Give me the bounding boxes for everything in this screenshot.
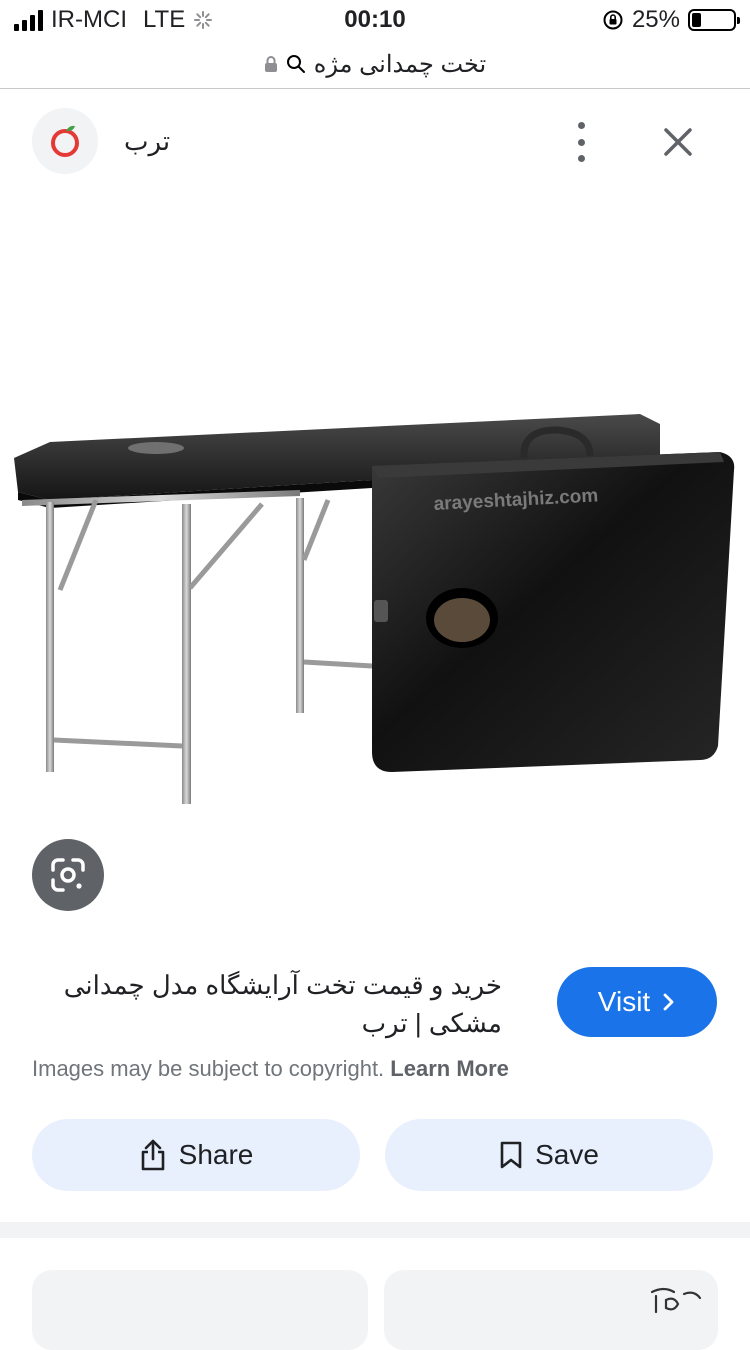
- visit-button[interactable]: Visit: [557, 967, 717, 1037]
- google-lens-button[interactable]: [32, 839, 104, 911]
- torob-logo-icon: [51, 125, 79, 157]
- site-name[interactable]: ترب: [124, 126, 170, 157]
- copyright-text: Images may be subject to copyright.: [32, 1056, 385, 1081]
- save-button[interactable]: Save: [385, 1119, 713, 1191]
- result-title[interactable]: خرید و قیمت تخت آرایشگاه مدل چمدانی مشکی…: [32, 966, 502, 1042]
- more-vert-icon[interactable]: [566, 122, 596, 162]
- url-query: تخت چمدانی مژه: [313, 50, 487, 78]
- bookmark-icon: [500, 1141, 522, 1169]
- status-bar: IR-MCI LTE 00:10 25%: [0, 0, 750, 40]
- result-header: ترب: [0, 90, 750, 200]
- save-label: Save: [535, 1139, 599, 1170]
- related-card-right[interactable]: [384, 1270, 718, 1350]
- related-card-left[interactable]: [32, 1270, 368, 1350]
- search-icon: [286, 55, 305, 73]
- related-site-logo: [650, 1287, 702, 1314]
- torob-logo[interactable]: [32, 108, 98, 174]
- battery-percent: 25%: [631, 6, 680, 33]
- product-image[interactable]: arayeshtajhiz.com: [0, 200, 750, 820]
- close-icon[interactable]: [656, 120, 700, 164]
- learn-more-link[interactable]: Learn More: [390, 1056, 509, 1081]
- share-icon: [141, 1139, 164, 1171]
- status-right: 25%: [602, 6, 740, 34]
- share-label: Share: [178, 1139, 254, 1170]
- chevron-right-icon: [663, 993, 674, 1011]
- copyright-notice: Images may be subject to copyright. Lear…: [32, 1056, 509, 1082]
- share-button[interactable]: Share: [32, 1119, 360, 1191]
- section-divider: [0, 1222, 750, 1238]
- url-bar[interactable]: تخت چمدانی مژه: [0, 40, 750, 89]
- google-lens-icon: [51, 858, 85, 892]
- lock-icon: [264, 56, 277, 72]
- visit-label: Visit: [597, 986, 651, 1017]
- battery-icon: [688, 9, 740, 31]
- rotation-lock-icon: [603, 10, 623, 30]
